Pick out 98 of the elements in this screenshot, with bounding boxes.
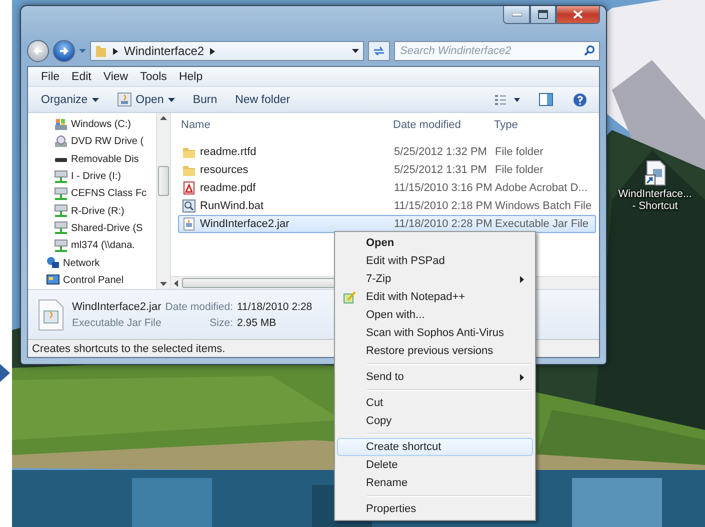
detail-value: 11/18/2010 2:28: [237, 300, 312, 312]
toolbar-button[interactable]: New folder: [228, 88, 298, 110]
maximize-button[interactable]: [530, 6, 556, 24]
chevron-icon[interactable]: [113, 48, 118, 54]
menu-item[interactable]: Scan with Sophos Anti-Virus: [337, 324, 533, 342]
detail-value: 2.95 MB: [237, 316, 278, 328]
network-drive-icon: [54, 238, 68, 253]
search-field[interactable]: Search Windinterface2: [394, 41, 600, 61]
menu-item[interactable]: Open with...: [337, 306, 533, 324]
menu-item[interactable]: File: [36, 70, 65, 82]
notepad-icon: [343, 291, 356, 304]
address-bar[interactable]: Windinterface2: [90, 41, 364, 61]
caret-icon[interactable]: [352, 48, 359, 54]
nav-item[interactable]: ml374 (\\dana.: [28, 237, 156, 254]
search-icon: [584, 45, 595, 56]
nav-item[interactable]: I - Drive (I:): [28, 168, 156, 186]
file-row[interactable]: WindInterface2.jar 11/18/2010 2:28 PM Executable Jar File: [178, 215, 596, 233]
network-drive-icon: [54, 204, 68, 218]
scroll-up-icon[interactable]: [160, 116, 167, 120]
forward-arrow-icon: [59, 46, 69, 56]
detail-label: Executable Jar File: [72, 316, 162, 328]
status-text: Creates shortcuts to the selected items.: [32, 342, 226, 354]
refresh-icon: [373, 46, 385, 56]
nav-item[interactable]: DVD RW Drive (: [28, 133, 156, 151]
menu-item[interactable]: Copy: [337, 412, 533, 430]
detail-label: Size:: [208, 316, 233, 328]
toolbar-button[interactable]: Open: [110, 88, 182, 110]
network-icon: [46, 256, 60, 270]
nav-item[interactable]: CEFNS Class Fc: [28, 185, 156, 202]
network-drive-icon: [54, 170, 68, 184]
column-header[interactable]: Name: [181, 119, 393, 131]
menu-item[interactable]: 7-Zip: [337, 270, 533, 288]
nav-item[interactable]: Windows (C:): [28, 116, 156, 134]
minimize-icon: [512, 12, 522, 16]
menu-item[interactable]: Rename: [337, 474, 533, 492]
help-icon[interactable]: [573, 92, 587, 106]
menu-item[interactable]: Tools: [135, 70, 172, 82]
nav-item[interactable]: Removable Dis: [28, 150, 156, 168]
pdf-icon: [182, 181, 196, 195]
folder-icon: [182, 145, 196, 159]
maximize-icon: [538, 10, 548, 19]
menu-item[interactable]: Send to: [337, 368, 533, 386]
file-name: WindInterface2.jar: [72, 300, 162, 312]
menu-item[interactable]: Properties: [337, 500, 533, 518]
file-row[interactable]: readme.rtfd 5/25/2012 1:32 PM File folder: [178, 143, 596, 161]
toolbar-button[interactable]: Burn: [186, 88, 224, 110]
folder-icon: [182, 163, 196, 177]
menu-item[interactable]: Create shortcut: [337, 438, 533, 456]
nav-item[interactable]: Network: [28, 254, 156, 272]
menu-item[interactable]: Help: [174, 70, 208, 82]
submenu-arrow-icon: [520, 374, 524, 381]
menu-item[interactable]: Edit with PSPad: [337, 252, 533, 270]
scroll-down-icon[interactable]: [160, 282, 167, 286]
nav-item[interactable]: R-Drive (R:): [28, 202, 156, 220]
caret-icon: [168, 98, 175, 102]
column-header[interactable]: Type: [494, 119, 599, 131]
menu-item[interactable]: Open: [337, 234, 533, 252]
nav-item[interactable]: Shared-Drive (S: [28, 220, 156, 238]
arrow-icon: [0, 364, 10, 382]
breadcrumb-item[interactable]: Windinterface2: [124, 44, 204, 58]
scrollbar[interactable]: [156, 113, 170, 289]
menu-item[interactable]: View: [98, 70, 134, 82]
file-row[interactable]: readme.pdf 11/15/2010 3:16 PM Adobe Acrobat D...: [178, 179, 596, 197]
menu-item[interactable]: Restore previous versions: [337, 342, 533, 360]
chevron-icon[interactable]: [210, 48, 216, 54]
jar-file-icon: [38, 298, 64, 330]
jar-file-icon: [182, 217, 196, 231]
folder-icon: [95, 44, 107, 58]
nav-item[interactable]: Control Panel: [28, 272, 156, 289]
toolbar-button[interactable]: Organize: [34, 88, 106, 110]
minimize-button[interactable]: [503, 6, 530, 24]
close-button[interactable]: [556, 6, 600, 24]
shortcut-icon[interactable]: [644, 160, 666, 186]
control-panel-icon: [46, 273, 60, 288]
back-button[interactable]: [27, 40, 49, 62]
forward-button[interactable]: [53, 40, 75, 62]
menu-item[interactable]: Edit: [66, 70, 96, 82]
menu-item[interactable]: Cut: [337, 394, 533, 412]
close-icon: [573, 10, 583, 19]
back-arrow-icon: [33, 46, 43, 56]
icon-label[interactable]: WindInterface... - Shortcut: [618, 188, 692, 212]
submenu-arrow-icon: [520, 276, 524, 283]
column-header[interactable]: Date modified: [393, 119, 494, 131]
caret-icon: [92, 98, 99, 102]
preview-pane-icon[interactable]: [539, 93, 553, 106]
menu-item[interactable]: Edit with Notepad++: [337, 288, 533, 306]
network-drive-icon: [54, 186, 68, 201]
menu-item[interactable]: Delete: [337, 456, 533, 474]
detail-label: Date modified:: [165, 300, 233, 312]
file-row[interactable]: resources 5/25/2012 1:31 PM File folder: [178, 161, 596, 179]
refresh-button[interactable]: [368, 41, 390, 61]
scroll-left-icon[interactable]: [174, 280, 178, 286]
file-row[interactable]: RunWind.bat 11/15/2010 2:18 PM Windows Batch File: [178, 197, 596, 215]
view-options-icon[interactable]: [495, 94, 521, 106]
scroll-thumb[interactable]: [158, 166, 169, 196]
network-drive-icon: [54, 221, 68, 236]
optical-drive-icon: [54, 134, 68, 149]
drive-icon: [54, 118, 68, 132]
